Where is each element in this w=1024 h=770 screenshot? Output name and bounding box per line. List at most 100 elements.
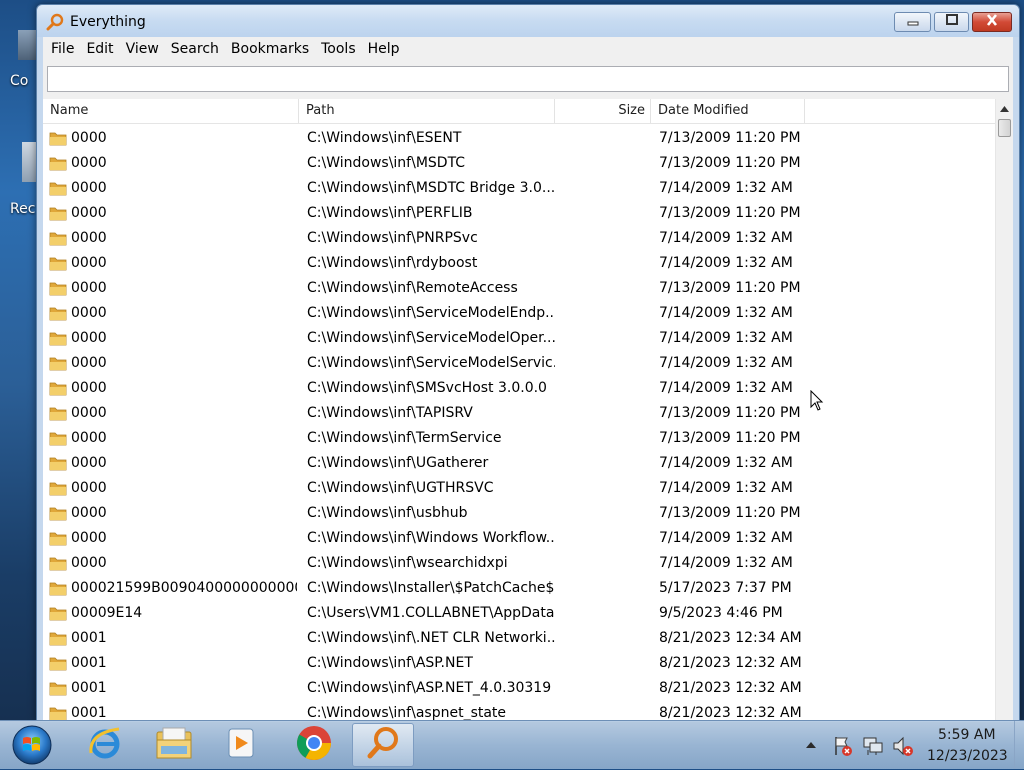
folder-icon — [49, 130, 67, 146]
magnifier-icon — [46, 13, 64, 31]
table-row[interactable]: 0001 C:\Windows\inf\aspnet_state 8/21/2023… — [43, 701, 995, 721]
taskbar-internet-explorer[interactable] — [74, 723, 136, 767]
show-hidden-icons-arrow[interactable] — [804, 735, 824, 755]
taskbar: 5:59 AM 12/23/2023 — [0, 720, 1024, 769]
row-name: 0000 — [71, 255, 107, 271]
row-path: C:\Windows\inf\ASP.NET_4.0.30319 — [307, 680, 552, 696]
row-name: 0000 — [71, 330, 107, 346]
vertical-scrollbar[interactable] — [995, 99, 1013, 721]
table-row[interactable]: 0000 C:\Windows\inf\Windows Workflow... 7/… — [43, 526, 995, 551]
menu-file[interactable]: File — [45, 37, 80, 61]
table-row[interactable]: 0000 C:\Windows\inf\UGatherer 7/14/2009 1:… — [43, 451, 995, 476]
clock-date[interactable]: 12/23/2023 — [927, 748, 1008, 764]
folder-icon — [49, 630, 67, 646]
results-list: Name Path Size Date Modified 0000 C:\Wind… — [43, 99, 1013, 721]
row-name: 0000 — [71, 530, 107, 546]
table-row[interactable]: 0001 C:\Windows\inf\.NET CLR Networki... 8… — [43, 626, 995, 651]
column-header-path[interactable]: Path — [299, 99, 555, 123]
row-path: C:\Windows\inf\TAPISRV — [307, 405, 473, 421]
client-area: File Edit View Search Bookmarks Tools He… — [43, 37, 1013, 721]
show-desktop-button[interactable] — [1014, 721, 1024, 769]
row-date-modified: 7/13/2009 11:20 PM — [659, 405, 801, 421]
table-row[interactable]: 0000 C:\Windows\inf\TermService 7/13/2009 … — [43, 426, 995, 451]
table-row[interactable]: 0000 C:\Windows\inf\ServiceModelServic...… — [43, 351, 995, 376]
menu-view[interactable]: View — [120, 37, 165, 61]
row-name: 0000 — [71, 480, 107, 496]
row-name: 0000 — [71, 430, 107, 446]
minimize-icon — [906, 14, 920, 30]
column-header-size[interactable]: Size — [555, 99, 651, 123]
table-row[interactable]: 0000 C:\Windows\inf\SMSvcHost 3.0.0.0 7/14… — [43, 376, 995, 401]
taskbar-chrome[interactable] — [283, 723, 345, 767]
minimize-button[interactable] — [894, 12, 931, 32]
folder-icon — [49, 705, 67, 721]
row-name: 0000 — [71, 130, 107, 146]
table-row[interactable]: 0000 C:\Windows\inf\RemoteAccess 7/13/2009… — [43, 276, 995, 301]
column-header-date-modified[interactable]: Date Modified — [651, 99, 805, 123]
volume-muted-icon[interactable] — [892, 735, 913, 756]
row-path: C:\Windows\inf\ServiceModelEndp... — [307, 305, 555, 321]
row-name: 0000 — [71, 405, 107, 421]
network-icon[interactable] — [862, 735, 883, 755]
row-date-modified: 7/14/2009 1:32 AM — [659, 355, 793, 371]
folder-icon — [49, 480, 67, 496]
folder-icon — [49, 680, 67, 696]
menu-tools[interactable]: Tools — [315, 37, 362, 61]
close-button[interactable] — [972, 12, 1012, 32]
row-path: C:\Windows\inf\Windows Workflow... — [307, 530, 555, 546]
menu-search[interactable]: Search — [165, 37, 225, 61]
row-date-modified: 7/13/2009 11:20 PM — [659, 155, 801, 171]
row-name: 0000 — [71, 180, 107, 196]
table-row[interactable]: 0000 C:\Windows\inf\MSDTC 7/13/2009 11:20 … — [43, 151, 995, 176]
scroll-thumb[interactable] — [998, 119, 1011, 137]
table-row[interactable]: 0001 C:\Windows\inf\ASP.NET 8/21/2023 12:3… — [43, 651, 995, 676]
table-row[interactable]: 0000 C:\Windows\inf\wsearchidxpi 7/14/2009… — [43, 551, 995, 576]
row-name: 0001 — [71, 705, 107, 721]
taskbar-everything[interactable] — [352, 723, 414, 767]
folder-icon — [49, 580, 67, 596]
table-row[interactable]: 0000 C:\Windows\inf\rdyboost 7/14/2009 1:3… — [43, 251, 995, 276]
row-path: C:\Windows\inf\UGatherer — [307, 455, 489, 471]
table-row[interactable]: 000021599B0090400000000000F... C:\Windows… — [43, 576, 995, 601]
menu-edit[interactable]: Edit — [80, 37, 119, 61]
row-name: 0000 — [71, 230, 107, 246]
table-row[interactable]: 0000 C:\Windows\inf\PERFLIB 7/13/2009 11:2… — [43, 201, 995, 226]
search-input[interactable] — [47, 66, 1009, 92]
desktop-icon-recycle-bin[interactable] — [0, 130, 36, 208]
row-path: C:\Windows\inf\wsearchidxpi — [307, 555, 508, 571]
row-date-modified: 8/21/2023 12:32 AM — [659, 705, 802, 721]
clock-time[interactable]: 5:59 AM — [938, 727, 996, 743]
taskbar-file-explorer[interactable] — [143, 723, 205, 767]
search-bar — [43, 61, 1013, 99]
column-header-name[interactable]: Name — [43, 99, 299, 123]
row-date-modified: 7/13/2009 11:20 PM — [659, 505, 801, 521]
internet-explorer-icon — [85, 723, 125, 767]
menu-bookmarks[interactable]: Bookmarks — [225, 37, 315, 61]
table-row[interactable]: 0000 C:\Windows\inf\MSDTC Bridge 3.0.... 7… — [43, 176, 995, 201]
table-row[interactable]: 00009E14 C:\Users\VM1.COLLABNET\AppData..… — [43, 601, 995, 626]
folder-icon — [49, 405, 67, 421]
maximize-button[interactable] — [934, 12, 969, 32]
table-row[interactable]: 0000 C:\Windows\inf\ServiceModelOper... 7/… — [43, 326, 995, 351]
row-date-modified: 7/13/2009 11:20 PM — [659, 280, 801, 296]
maximize-icon — [945, 14, 959, 30]
folder-icon — [49, 155, 67, 171]
table-row[interactable]: 0000 C:\Windows\inf\TAPISRV 7/13/2009 11:2… — [43, 401, 995, 426]
table-row[interactable]: 0000 C:\Windows\inf\PNRPSvc 7/14/2009 1:32… — [43, 226, 995, 251]
menu-help[interactable]: Help — [362, 37, 406, 61]
scroll-up-button[interactable] — [996, 99, 1013, 116]
table-row[interactable]: 0001 C:\Windows\inf\ASP.NET_4.0.30319 8/21… — [43, 676, 995, 701]
row-name: 0000 — [71, 380, 107, 396]
table-row[interactable]: 0000 C:\Windows\inf\ServiceModelEndp... 7/… — [43, 301, 995, 326]
row-path: C:\Windows\inf\SMSvcHost 3.0.0.0 — [307, 380, 547, 396]
menu-bar: File Edit View Search Bookmarks Tools He… — [43, 37, 1013, 61]
table-row[interactable]: 0000 C:\Windows\inf\ESENT 7/13/2009 11:20 … — [43, 126, 995, 151]
table-row[interactable]: 0000 C:\Windows\inf\UGTHRSVC 7/14/2009 1:3… — [43, 476, 995, 501]
start-button[interactable] — [10, 724, 54, 766]
table-row[interactable]: 0000 C:\Windows\inf\usbhub 7/13/2009 11:20… — [43, 501, 995, 526]
window-title: Everything — [70, 14, 146, 30]
row-date-modified: 7/13/2009 11:20 PM — [659, 205, 801, 221]
action-center-flag-icon[interactable] — [832, 735, 852, 756]
taskbar-media-player[interactable] — [210, 723, 272, 767]
title-bar[interactable]: Everything — [37, 5, 1019, 37]
